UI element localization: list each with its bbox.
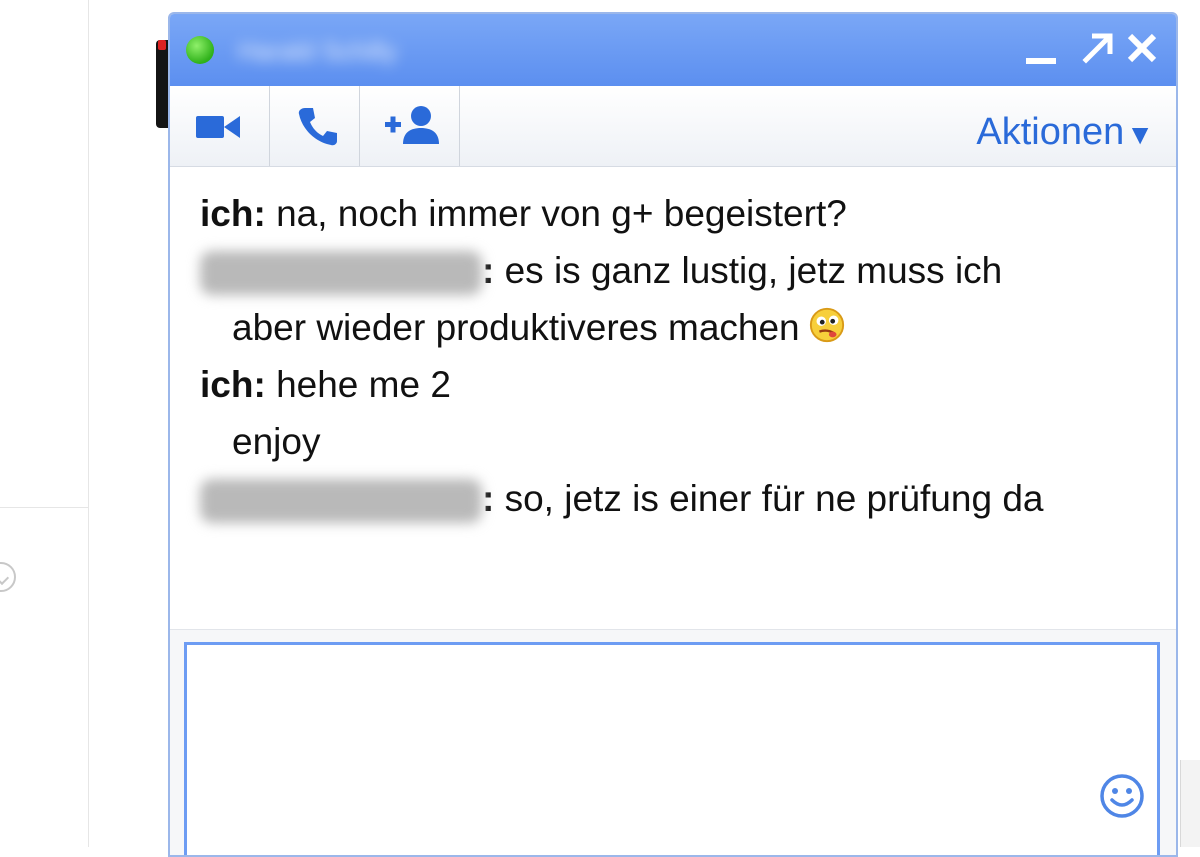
add-person-button[interactable]: [360, 86, 460, 166]
close-icon[interactable]: [1120, 26, 1164, 70]
message-text: hehe me 2: [276, 364, 451, 405]
composer-area: [170, 629, 1176, 855]
chat-window: Harald Schilly Aktionen▼ ich: na, noch i…: [168, 12, 1178, 857]
add-person-icon: [385, 106, 439, 144]
minimize-icon[interactable]: [1018, 26, 1062, 70]
popout-arrow-icon[interactable]: [1076, 26, 1120, 70]
message: ich: hehe me 2: [200, 364, 451, 405]
page-divider-vertical: [88, 0, 89, 847]
voice-call-button[interactable]: [270, 86, 360, 166]
message-continuation: aber wieder produktiveres machen: [200, 299, 1150, 356]
message-text: na, noch immer von g+ begeistert?: [276, 193, 847, 234]
message-text: es is ganz lustig, jetz muss ich: [504, 250, 1003, 291]
message-continuation: enjoy: [200, 413, 1150, 470]
video-camera-icon: [196, 116, 240, 138]
chat-titlebar[interactable]: Harald Schilly: [170, 14, 1176, 86]
background-panel-edge: [1180, 760, 1200, 847]
message-input[interactable]: [184, 642, 1160, 855]
contact-name: Harald Schilly: [238, 36, 397, 66]
message-text: enjoy: [232, 421, 321, 462]
online-status-icon: [186, 36, 214, 64]
message-sender: ich: [200, 193, 254, 234]
actions-label: Aktionen: [976, 111, 1125, 153]
message-list: ich: na, noch immer von g+ begeistert? :…: [170, 167, 1176, 629]
message-text: aber wieder produktiveres machen: [232, 307, 800, 348]
message-sender-redacted: [200, 251, 482, 296]
phone-icon: [298, 108, 337, 146]
actions-menu[interactable]: Aktionen▼: [976, 110, 1154, 157]
chevron-down-icon: ▼: [1126, 119, 1154, 150]
chat-toolbar: Aktionen▼: [170, 86, 1176, 167]
smiley-icon[interactable]: [1096, 770, 1148, 822]
message: : es is ganz lustig, jetz muss ich: [200, 242, 1150, 299]
message-sender-redacted: [200, 479, 482, 524]
thinking-face-emoji-icon: [809, 307, 844, 343]
message-text: so, jetz is einer für ne prüfung da: [504, 478, 1044, 519]
message-sender: ich: [200, 364, 254, 405]
message: ich: na, noch immer von g+ begeistert?: [200, 193, 847, 234]
message: : so, jetz is einer für ne prüfung da: [200, 470, 1150, 527]
page-divider-horizontal: [0, 507, 88, 508]
video-call-button[interactable]: [170, 86, 270, 166]
expand-circle-icon[interactable]: [0, 562, 16, 592]
